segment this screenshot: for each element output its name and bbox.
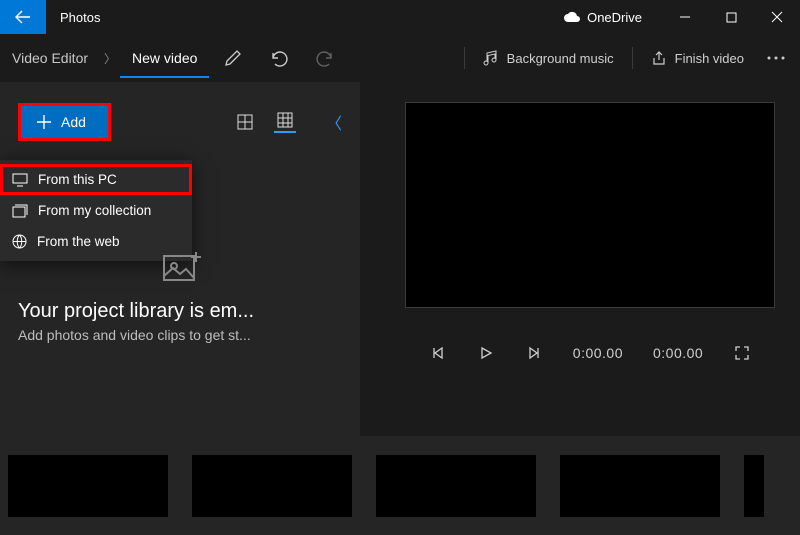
add-button[interactable]: Add bbox=[18, 103, 111, 141]
ellipsis-icon bbox=[767, 56, 785, 60]
dropdown-from-my-collection[interactable]: From my collection bbox=[0, 195, 192, 226]
player-controls: 0:00.00 0:00.00 bbox=[405, 344, 775, 362]
finish-label: Finish video bbox=[675, 51, 744, 66]
storyboard-timeline[interactable] bbox=[0, 436, 800, 535]
window-controls bbox=[662, 0, 800, 34]
grid-3x3-icon bbox=[277, 112, 293, 128]
preview-panel: 0:00.00 0:00.00 bbox=[360, 82, 800, 436]
breadcrumb-current[interactable]: New video bbox=[120, 50, 209, 78]
onedrive-label: OneDrive bbox=[587, 10, 642, 25]
project-library-panel: Add 〈 From this PC From my collection bbox=[0, 82, 360, 436]
step-back-icon bbox=[431, 346, 445, 360]
pc-icon bbox=[12, 173, 28, 187]
close-button[interactable] bbox=[754, 0, 800, 34]
redo-button[interactable] bbox=[303, 34, 347, 82]
app-title: Photos bbox=[46, 0, 543, 34]
library-empty-state: Your project library is em... Add photos… bbox=[18, 250, 342, 343]
chevron-right-icon: 〉 bbox=[102, 50, 118, 67]
timeline-clip[interactable] bbox=[376, 455, 536, 517]
library-empty-subtitle: Add photos and video clips to get st... bbox=[18, 327, 342, 343]
music-icon bbox=[483, 50, 499, 66]
timeline-clip[interactable] bbox=[744, 455, 764, 517]
plus-icon bbox=[37, 115, 51, 129]
view-large-grid[interactable] bbox=[274, 111, 296, 133]
pencil-icon bbox=[224, 49, 242, 67]
dropdown-from-this-pc[interactable]: From this PC bbox=[0, 164, 192, 195]
maximize-icon bbox=[726, 12, 737, 23]
maximize-button[interactable] bbox=[708, 0, 754, 34]
finish-video-button[interactable]: Finish video bbox=[639, 34, 756, 82]
prev-frame-button[interactable] bbox=[429, 344, 447, 362]
close-icon bbox=[771, 11, 783, 23]
current-time: 0:00.00 bbox=[573, 345, 623, 361]
next-frame-button[interactable] bbox=[525, 344, 543, 362]
background-music-button[interactable]: Background music bbox=[471, 34, 626, 82]
dd-from-pc-label: From this PC bbox=[38, 172, 117, 187]
fullscreen-button[interactable] bbox=[733, 344, 751, 362]
back-button[interactable] bbox=[0, 0, 46, 34]
collapse-library-button[interactable]: 〈 bbox=[326, 110, 342, 134]
minimize-button[interactable] bbox=[662, 0, 708, 34]
play-icon bbox=[479, 346, 493, 360]
toolbar: Video Editor 〉 New video Background musi… bbox=[0, 34, 800, 82]
globe-icon bbox=[12, 234, 27, 249]
timeline-clip[interactable] bbox=[192, 455, 352, 517]
total-time: 0:00.00 bbox=[653, 345, 703, 361]
add-label: Add bbox=[61, 114, 86, 130]
empty-library-icon bbox=[18, 250, 342, 286]
library-header-row: Add 〈 bbox=[18, 102, 342, 142]
main-area: Add 〈 From this PC From my collection bbox=[0, 82, 800, 436]
collection-icon bbox=[12, 204, 28, 218]
dd-from-collection-label: From my collection bbox=[38, 203, 151, 218]
video-preview[interactable] bbox=[405, 102, 775, 308]
step-fwd-icon bbox=[527, 346, 541, 360]
titlebar: Photos OneDrive bbox=[0, 0, 800, 34]
cloud-icon bbox=[563, 11, 581, 23]
view-small-grid[interactable] bbox=[234, 111, 256, 133]
fullscreen-icon bbox=[735, 346, 749, 360]
play-button[interactable] bbox=[477, 344, 495, 362]
onedrive-status[interactable]: OneDrive bbox=[543, 0, 662, 34]
redo-icon bbox=[315, 49, 335, 67]
rename-button[interactable] bbox=[211, 34, 255, 82]
undo-button[interactable] bbox=[257, 34, 301, 82]
undo-icon bbox=[269, 49, 289, 67]
minimize-icon bbox=[679, 11, 691, 23]
grid-2x2-icon bbox=[237, 114, 253, 130]
arrow-left-icon bbox=[15, 9, 31, 25]
timeline-clip[interactable] bbox=[8, 455, 168, 517]
bg-music-label: Background music bbox=[507, 51, 614, 66]
timeline-clip[interactable] bbox=[560, 455, 720, 517]
dd-from-web-label: From the web bbox=[37, 234, 120, 249]
breadcrumb-root[interactable]: Video Editor bbox=[0, 50, 100, 66]
export-icon bbox=[651, 50, 667, 66]
library-empty-title: Your project library is em... bbox=[18, 300, 342, 323]
add-dropdown: From this PC From my collection From the… bbox=[0, 160, 192, 261]
more-button[interactable] bbox=[758, 34, 794, 82]
